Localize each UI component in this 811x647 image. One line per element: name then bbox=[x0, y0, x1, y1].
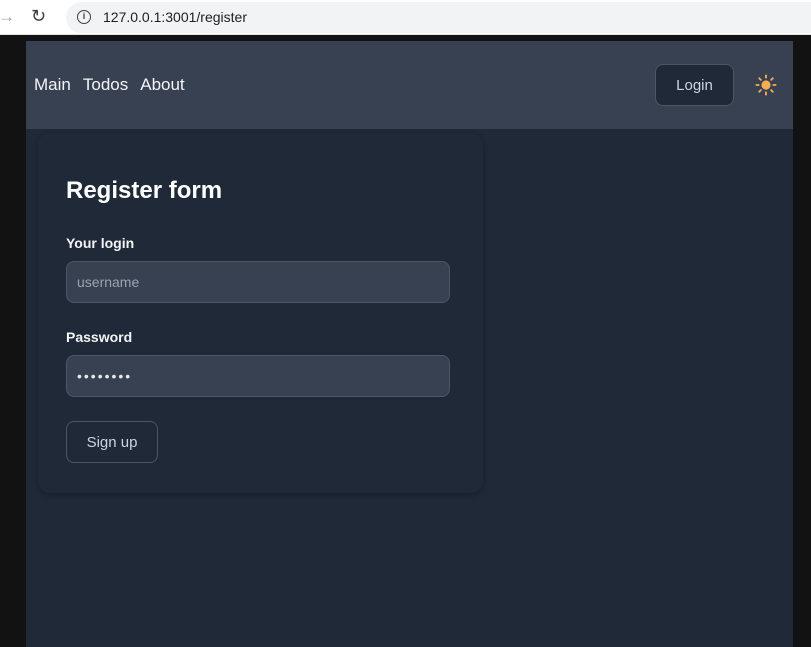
nav-link-about[interactable]: About bbox=[140, 75, 184, 95]
sun-icon[interactable] bbox=[753, 72, 779, 98]
signup-button[interactable]: Sign up bbox=[66, 421, 158, 463]
address-bar[interactable]: i 127.0.0.1:3001/register bbox=[66, 2, 811, 33]
url-text: 127.0.0.1:3001/register bbox=[103, 9, 247, 25]
password-label: Password bbox=[66, 329, 133, 345]
register-card: Register form Your login Password Sign u… bbox=[38, 133, 483, 493]
app-container: Main Todos About Login Register form You… bbox=[26, 41, 793, 647]
login-input[interactable] bbox=[66, 261, 450, 303]
login-button[interactable]: Login bbox=[655, 64, 734, 106]
nav-link-todos[interactable]: Todos bbox=[83, 75, 128, 95]
app-header: Main Todos About Login bbox=[26, 41, 793, 129]
main-nav: Main Todos About bbox=[34, 75, 185, 95]
form-title: Register form bbox=[66, 177, 223, 204]
nav-link-main[interactable]: Main bbox=[34, 75, 71, 95]
info-icon[interactable]: i bbox=[77, 10, 91, 24]
arrow-right-icon[interactable]: → bbox=[0, 8, 15, 26]
login-label: Your login bbox=[66, 235, 135, 251]
browser-toolbar: → ↻ i 127.0.0.1:3001/register bbox=[0, 0, 811, 35]
reload-icon[interactable]: ↻ bbox=[31, 7, 49, 27]
password-input[interactable] bbox=[66, 355, 450, 397]
